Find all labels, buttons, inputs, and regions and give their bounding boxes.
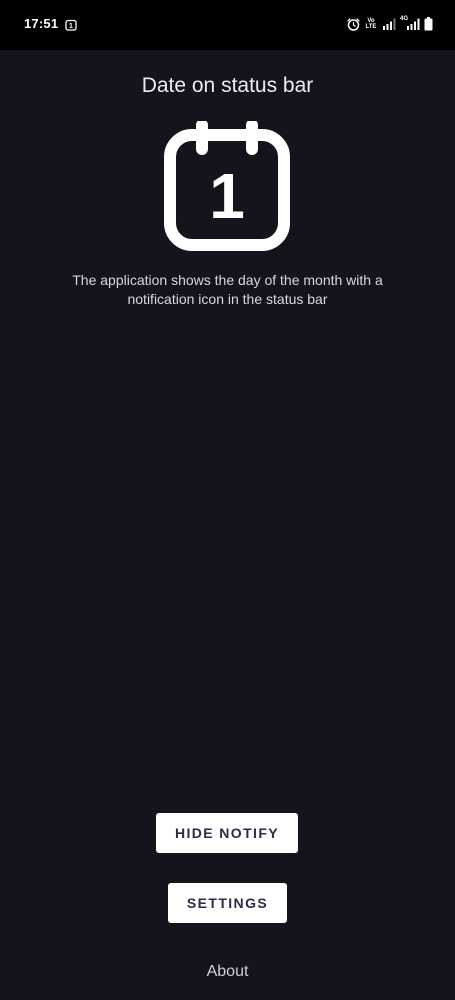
- status-icons: Vo LTE 4G: [347, 15, 433, 33]
- signal-icon: [406, 18, 420, 30]
- volte-icon: Vo LTE: [364, 18, 378, 30]
- notification-date-number: 1: [69, 23, 73, 30]
- status-time: 17:51: [24, 16, 59, 31]
- battery-icon: [424, 17, 433, 31]
- calendar-icon: 1: [162, 119, 292, 251]
- page-title: Date on status bar: [141, 74, 314, 97]
- volte-bottom-label: LTE: [365, 24, 377, 30]
- app-description: The application shows the day of the mon…: [72, 272, 383, 307]
- signal-icon: [382, 18, 396, 30]
- calendar-day-number: 1: [209, 160, 245, 232]
- settings-button[interactable]: SETTINGS: [168, 883, 287, 923]
- alarm-icon: [347, 17, 360, 31]
- status-bar: 17:51 1 Vo LTE 4G: [0, 0, 455, 50]
- app-screen: 17:51 1 Vo LTE 4G Date on status bar 1 T…: [0, 0, 455, 1000]
- network-type-label: 4G: [399, 16, 408, 22]
- notification-date-icon: 1: [65, 18, 77, 31]
- about-link[interactable]: About: [0, 963, 455, 981]
- hide-notify-button[interactable]: HIDE NOTIFY: [156, 813, 298, 853]
